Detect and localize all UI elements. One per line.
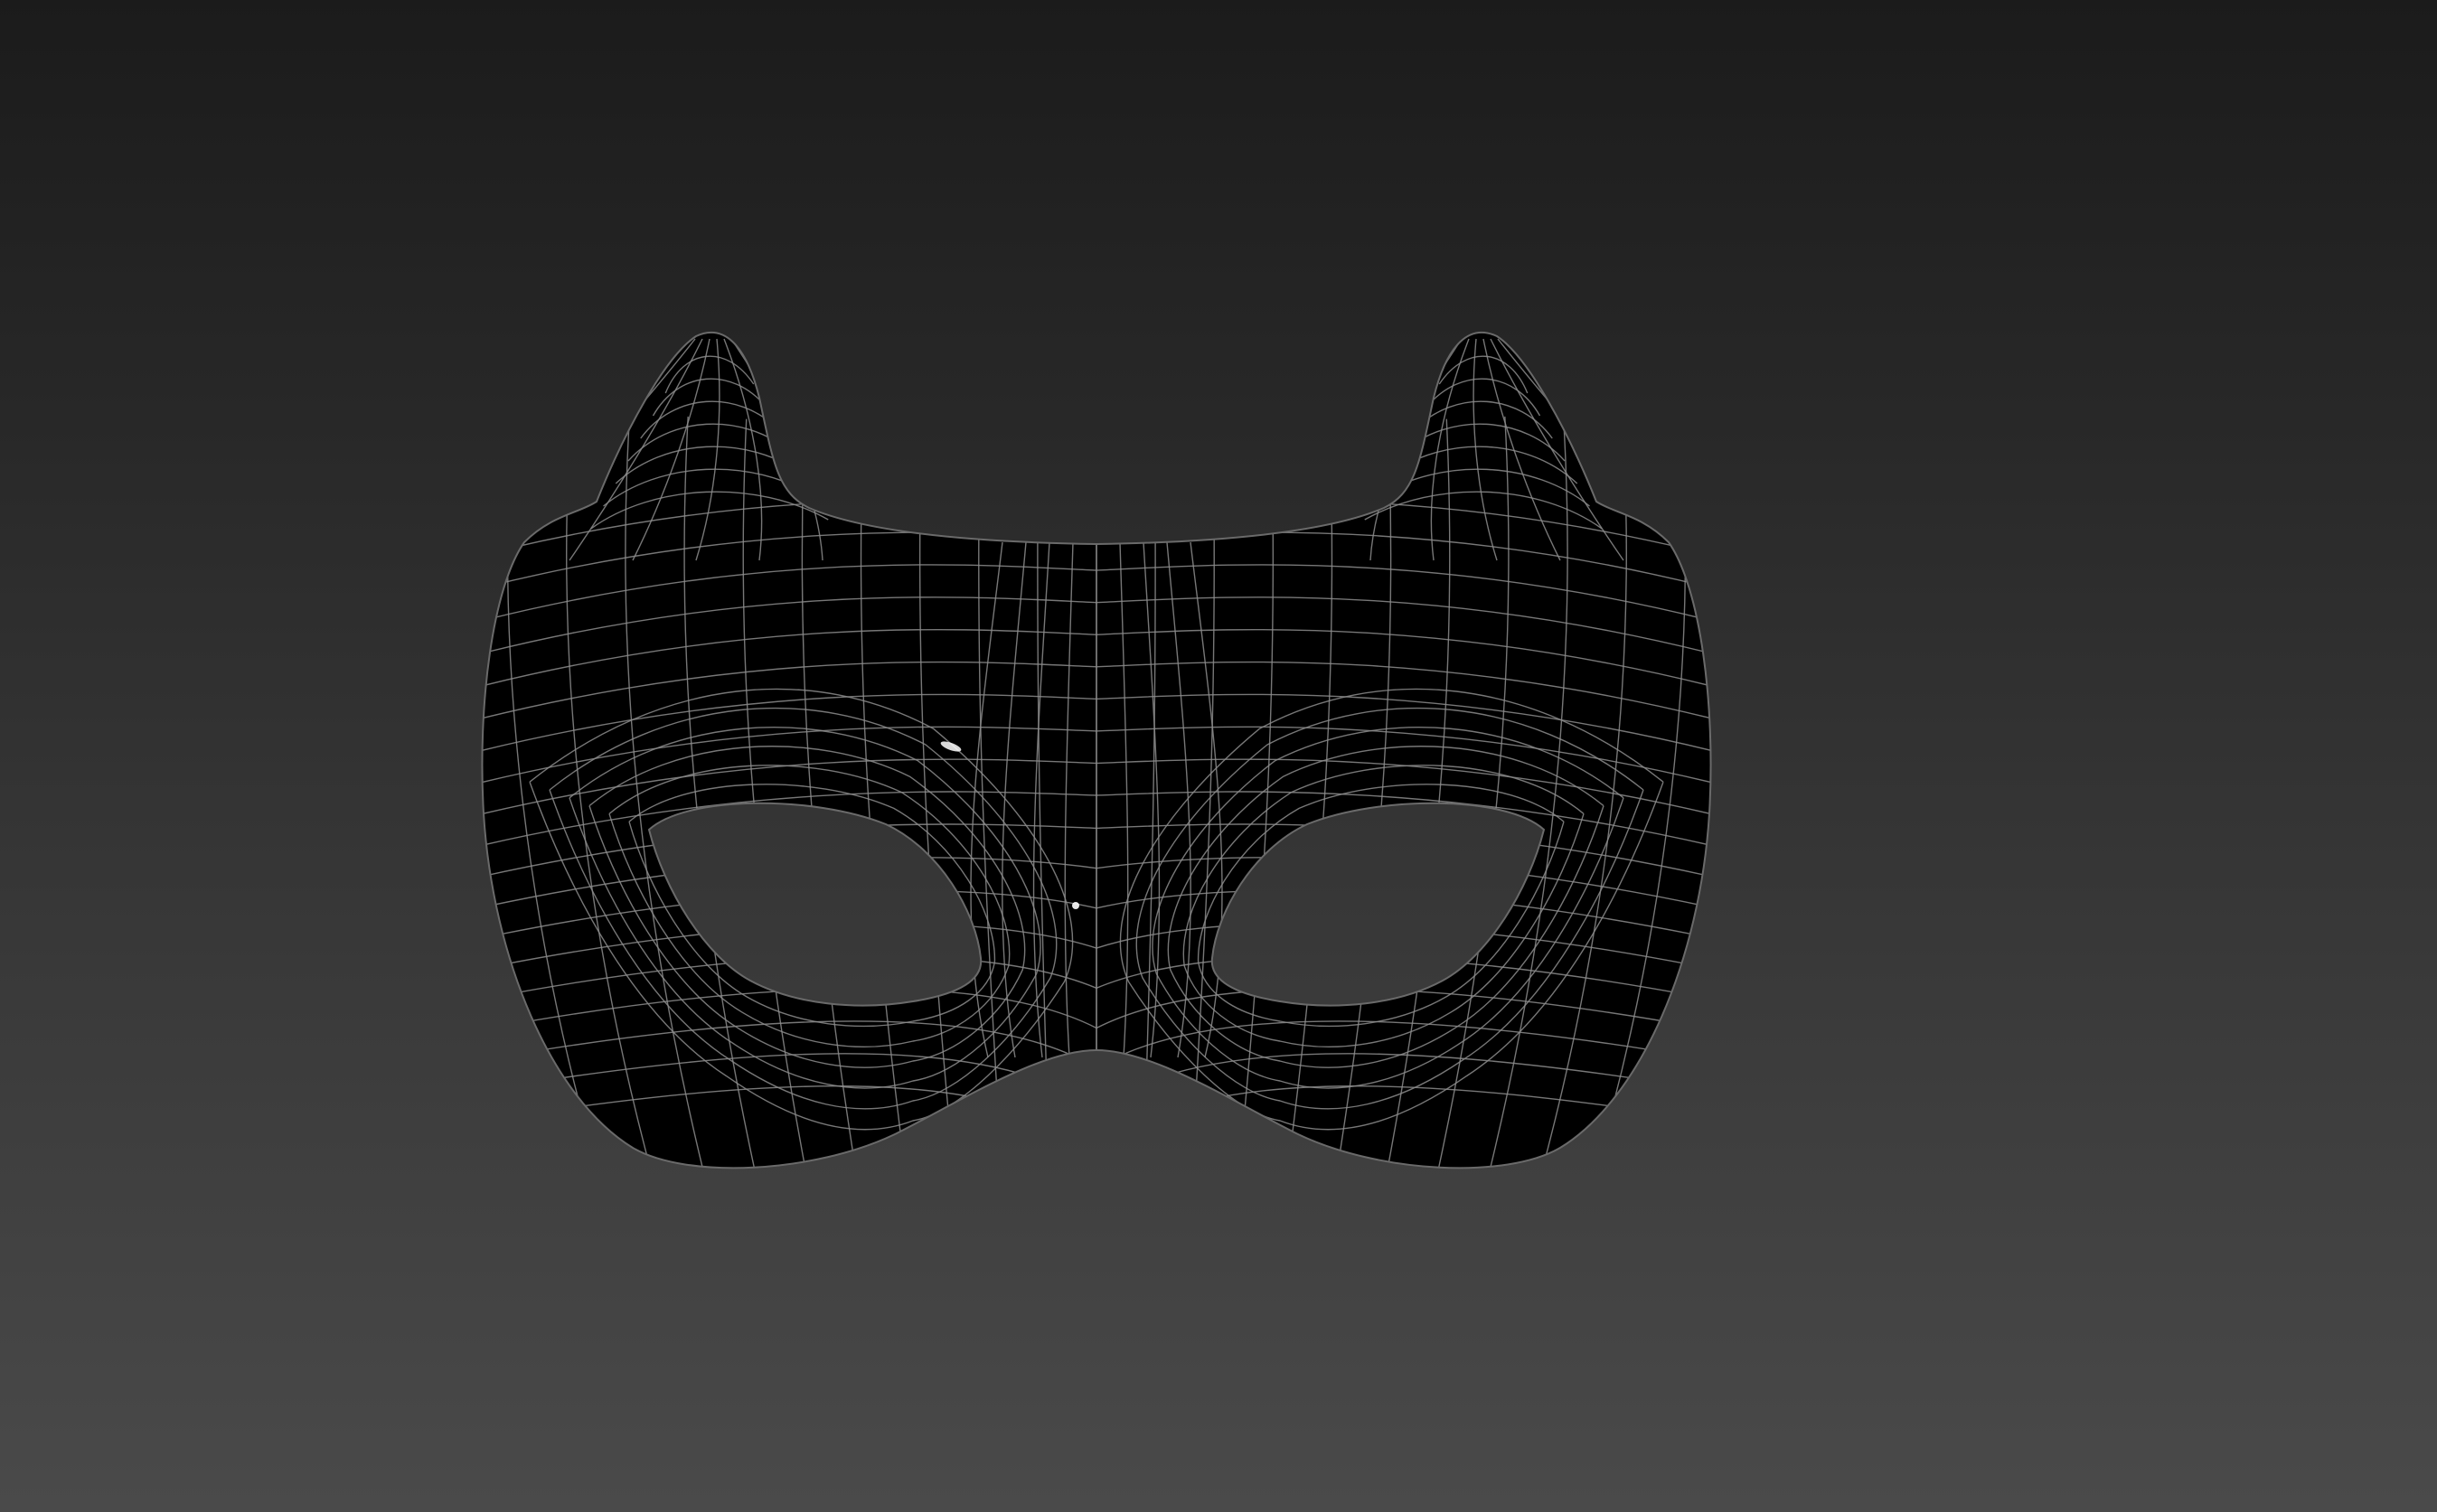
viewport-scene[interactable] (0, 0, 2437, 1512)
3d-viewport[interactable] (0, 0, 2437, 1512)
specular-highlight (1072, 902, 1079, 909)
